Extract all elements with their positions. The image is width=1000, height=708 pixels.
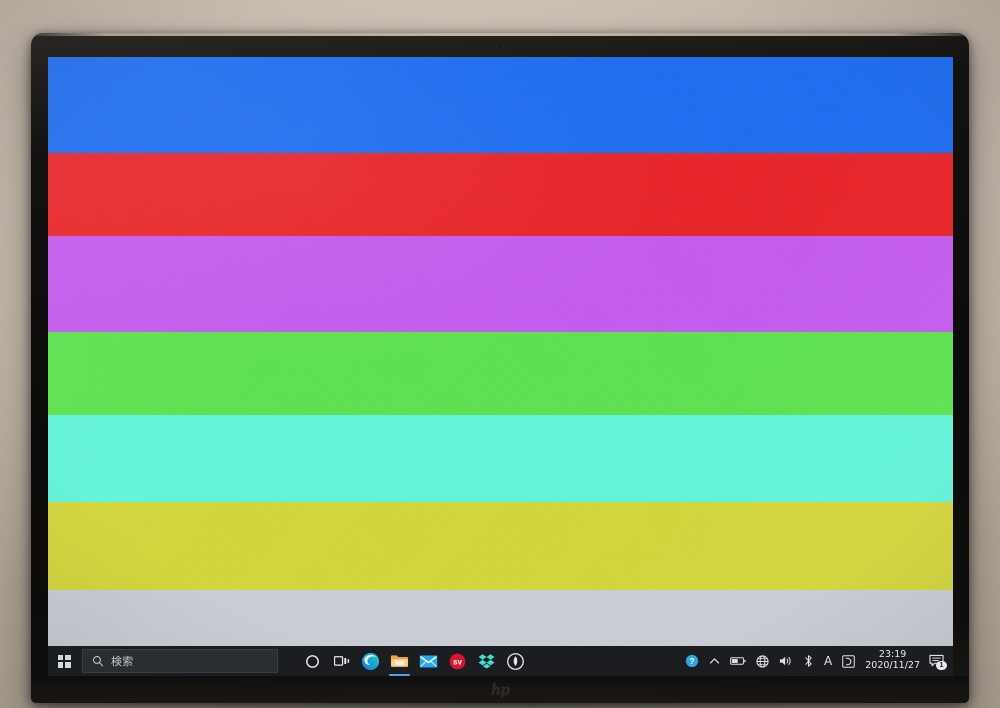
color-bar-test-pattern [48, 57, 953, 676]
ime-mode-icon[interactable]: A [819, 646, 837, 676]
color-band-magenta [48, 236, 953, 332]
hp-laptop: 検索 sv ? A 23:19 2020/11/27 1 hp [31, 33, 969, 703]
taskbar-clock[interactable]: 23:19 2020/11/27 [860, 646, 927, 676]
mail-icon[interactable] [414, 646, 443, 676]
laptop-top-bezel [31, 33, 969, 57]
color-band-yellow [48, 502, 953, 590]
cortana-icon[interactable] [298, 646, 327, 676]
clock-date: 2020/11/27 [865, 660, 920, 671]
color-band-blue [48, 57, 953, 153]
taskbar-pinned-icons: sv [298, 646, 530, 676]
windows-logo-icon [57, 654, 71, 668]
laptop-bottom-bezel: hp [31, 676, 969, 703]
color-band-red [48, 153, 953, 236]
notification-center-button[interactable]: 1 [927, 646, 950, 676]
help-icon[interactable]: ? [680, 646, 704, 676]
laptop-screen: 検索 sv ? A 23:19 2020/11/27 1 [48, 57, 953, 676]
search-placeholder: 検索 [111, 655, 134, 668]
hp-logo: hp [491, 681, 510, 698]
circle-app-icon[interactable] [501, 646, 530, 676]
system-tray: ? A 23:19 2020/11/27 1 [680, 646, 953, 676]
microsoft-edge-icon[interactable] [356, 646, 385, 676]
sv-app-icon[interactable]: sv [443, 646, 472, 676]
file-explorer-icon[interactable] [385, 646, 414, 676]
volume-icon[interactable] [774, 646, 798, 676]
webcam-icon [497, 43, 503, 48]
svg-text:sv: sv [453, 657, 463, 666]
dropbox-icon[interactable] [472, 646, 501, 676]
color-band-cyan [48, 415, 953, 502]
search-icon [92, 655, 104, 667]
show-hidden-icons-chevron-up-icon[interactable] [704, 646, 725, 676]
network-icon[interactable] [751, 646, 774, 676]
windows-taskbar: 検索 sv ? A 23:19 2020/11/27 1 [48, 646, 953, 676]
start-button[interactable] [48, 646, 80, 676]
notification-badge: 1 [936, 661, 947, 670]
photo-scene: 検索 sv ? A 23:19 2020/11/27 1 hp [0, 0, 1000, 708]
search-input[interactable]: 検索 [82, 649, 278, 673]
battery-icon[interactable] [725, 646, 751, 676]
bluetooth-icon[interactable] [798, 646, 819, 676]
task-view-icon[interactable] [327, 646, 356, 676]
ime-tool-icon[interactable] [837, 646, 860, 676]
color-band-green [48, 332, 953, 415]
svg-text:?: ? [690, 657, 695, 666]
